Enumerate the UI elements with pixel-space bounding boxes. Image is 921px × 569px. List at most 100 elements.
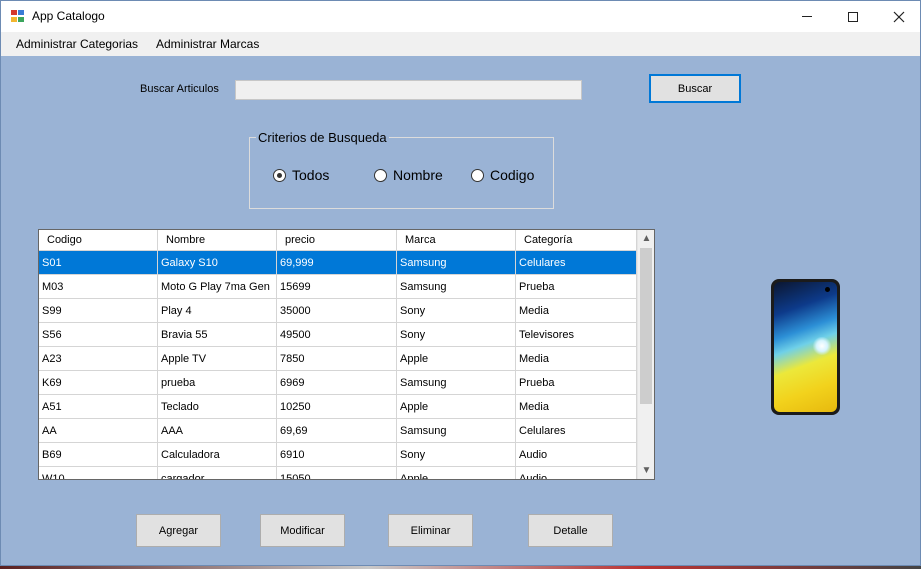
- article-image: [771, 279, 840, 415]
- menu-administrar-marcas[interactable]: Administrar Marcas: [156, 37, 259, 51]
- table-cell[interactable]: Samsung: [397, 371, 516, 395]
- table-cell[interactable]: Media: [516, 395, 637, 419]
- menu-administrar-categorias[interactable]: Administrar Categorias: [16, 37, 138, 51]
- table-cell[interactable]: Media: [516, 347, 637, 371]
- table-cell[interactable]: Sony: [397, 299, 516, 323]
- title-bar: App Catalogo: [1, 1, 920, 32]
- table-cell[interactable]: Samsung: [397, 275, 516, 299]
- table-cell[interactable]: 6910: [277, 443, 397, 467]
- column-header-categoria[interactable]: Categoría: [516, 230, 637, 251]
- table-cell[interactable]: Media: [516, 299, 637, 323]
- table-cell[interactable]: S01: [39, 251, 158, 275]
- chevron-up-icon[interactable]: ▲: [638, 230, 654, 247]
- table-cell[interactable]: Apple TV: [158, 347, 277, 371]
- minimize-icon: [802, 16, 812, 17]
- table-cell[interactable]: Apple: [397, 467, 516, 479]
- table-scrollbar[interactable]: ▲ ▼: [637, 230, 654, 479]
- table-cell[interactable]: 49500: [277, 323, 397, 347]
- table-body: S01 Galaxy S10 69,999 Samsung Celulares M03 Mo…: [39, 251, 637, 479]
- eliminar-button[interactable]: Eliminar: [388, 514, 473, 547]
- table-row[interactable]: M03 Moto G Play 7ma Gen 15699 Samsung Prueba: [39, 275, 637, 299]
- table-cell[interactable]: Prueba: [516, 275, 637, 299]
- table-cell[interactable]: S99: [39, 299, 158, 323]
- phone-splash: [812, 337, 832, 355]
- table-cell[interactable]: A23: [39, 347, 158, 371]
- column-header-precio[interactable]: precio: [277, 230, 397, 251]
- radio-nombre[interactable]: Nombre: [374, 167, 443, 183]
- table-cell[interactable]: 15699: [277, 275, 397, 299]
- table-row[interactable]: W10 cargador 15050 Apple Audio: [39, 467, 637, 479]
- table-cell[interactable]: Apple: [397, 395, 516, 419]
- table-cell[interactable]: S56: [39, 323, 158, 347]
- table-cell[interactable]: K69: [39, 371, 158, 395]
- table-cell[interactable]: 6969: [277, 371, 397, 395]
- table-cell[interactable]: B69: [39, 443, 158, 467]
- table-row[interactable]: K69 prueba 6969 Samsung Prueba: [39, 371, 637, 395]
- table-cell[interactable]: Sony: [397, 443, 516, 467]
- table-cell[interactable]: Calculadora: [158, 443, 277, 467]
- table-cell[interactable]: W10: [39, 467, 158, 479]
- table-cell[interactable]: cargador: [158, 467, 277, 479]
- table-row[interactable]: A51 Teclado 10250 Apple Media: [39, 395, 637, 419]
- table-cell[interactable]: 7850: [277, 347, 397, 371]
- table-cell[interactable]: Galaxy S10: [158, 251, 277, 275]
- maximize-button[interactable]: [830, 1, 876, 32]
- table-cell[interactable]: 10250: [277, 395, 397, 419]
- table-cell[interactable]: AAA: [158, 419, 277, 443]
- search-criteria-title: Criterios de Busqueda: [256, 130, 389, 145]
- table-cell[interactable]: Play 4: [158, 299, 277, 323]
- search-label: Buscar Articulos: [140, 83, 219, 95]
- modificar-button[interactable]: Modificar: [260, 514, 345, 547]
- table-row[interactable]: S01 Galaxy S10 69,999 Samsung Celulares: [39, 251, 637, 275]
- table-row[interactable]: AA AAA 69,69 Samsung Celulares: [39, 419, 637, 443]
- table-row[interactable]: A23 Apple TV 7850 Apple Media: [39, 347, 637, 371]
- column-header-marca[interactable]: Marca: [397, 230, 516, 251]
- close-button[interactable]: [876, 1, 920, 32]
- radio-unchecked-icon: [374, 168, 387, 182]
- table-cell[interactable]: Audio: [516, 467, 637, 479]
- table-cell[interactable]: Bravia 55: [158, 323, 277, 347]
- table-cell[interactable]: Televisores: [516, 323, 637, 347]
- table-cell[interactable]: Samsung: [397, 251, 516, 275]
- table-cell[interactable]: Prueba: [516, 371, 637, 395]
- table-row[interactable]: S99 Play 4 35000 Sony Media: [39, 299, 637, 323]
- table-cell[interactable]: M03: [39, 275, 158, 299]
- table-cell[interactable]: Audio: [516, 443, 637, 467]
- main-window: App Catalogo Administrar Categorias Admi…: [0, 0, 921, 566]
- table-cell[interactable]: prueba: [158, 371, 277, 395]
- articles-table[interactable]: Codigo Nombre precio Marca Categoría S01…: [38, 229, 655, 480]
- app-window-icon: [11, 10, 25, 23]
- scroll-thumb[interactable]: [640, 248, 652, 404]
- table-row[interactable]: B69 Calculadora 6910 Sony Audio: [39, 443, 637, 467]
- table-cell[interactable]: Sony: [397, 323, 516, 347]
- table-cell[interactable]: 69,69: [277, 419, 397, 443]
- radio-todos[interactable]: Todos: [273, 167, 329, 183]
- column-header-codigo[interactable]: Codigo: [39, 230, 158, 251]
- table-cell[interactable]: 15050: [277, 467, 397, 479]
- column-header-nombre[interactable]: Nombre: [158, 230, 277, 251]
- table-cell[interactable]: Teclado: [158, 395, 277, 419]
- detalle-button[interactable]: Detalle: [528, 514, 613, 547]
- search-input[interactable]: [235, 80, 582, 100]
- table-cell[interactable]: Apple: [397, 347, 516, 371]
- radio-todos-label: Todos: [292, 167, 330, 183]
- radio-nombre-label: Nombre: [393, 167, 443, 183]
- phone-screen: [774, 282, 837, 412]
- table-cell[interactable]: Moto G Play 7ma Gen: [158, 275, 277, 299]
- radio-unchecked-icon: [471, 168, 484, 182]
- radio-codigo[interactable]: Codigo: [471, 167, 534, 183]
- minimize-button[interactable]: [784, 1, 830, 32]
- table-cell[interactable]: A51: [39, 395, 158, 419]
- search-button[interactable]: Buscar: [649, 74, 741, 103]
- table-cell[interactable]: Celulares: [516, 251, 637, 275]
- table-cell[interactable]: AA: [39, 419, 158, 443]
- table-cell[interactable]: 69,999: [277, 251, 397, 275]
- window-title: App Catalogo: [32, 9, 105, 23]
- table-cell[interactable]: 35000: [277, 299, 397, 323]
- chevron-down-icon[interactable]: ▼: [638, 462, 654, 479]
- table-cell[interactable]: Samsung: [397, 419, 516, 443]
- close-icon: [893, 11, 905, 22]
- agregar-button[interactable]: Agregar: [136, 514, 221, 547]
- table-cell[interactable]: Celulares: [516, 419, 637, 443]
- table-row[interactable]: S56 Bravia 55 49500 Sony Televisores: [39, 323, 637, 347]
